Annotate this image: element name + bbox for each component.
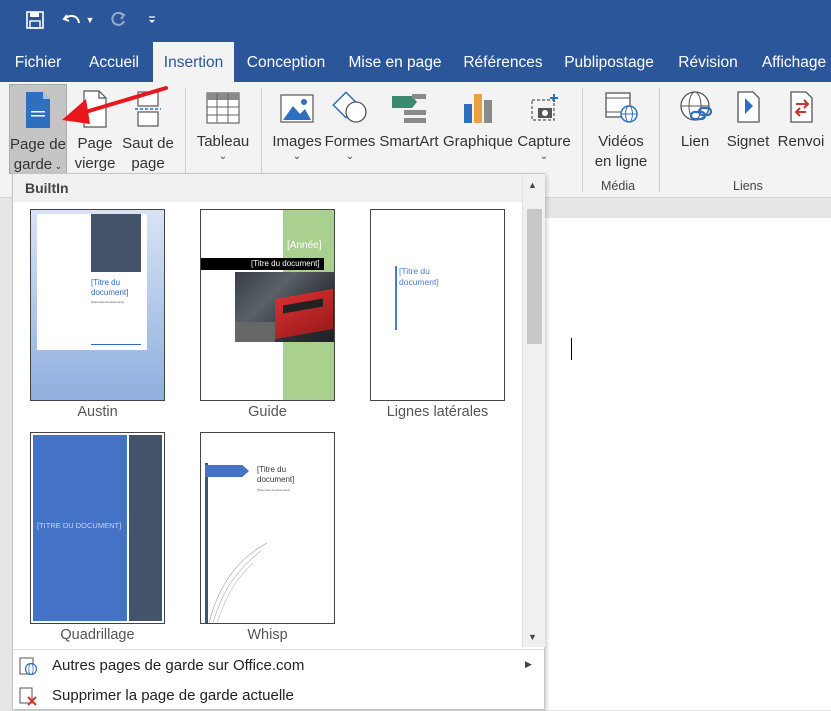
shapes-icon xyxy=(332,91,367,123)
scroll-up-icon[interactable]: ▲ xyxy=(528,180,537,190)
tab-insertion[interactable]: Insertion xyxy=(153,42,234,82)
guide-photo xyxy=(235,272,334,342)
image-icon xyxy=(280,94,314,123)
videos-en-ligne-button[interactable]: Vidéos en ligne xyxy=(589,84,653,174)
tab-mise-en-page[interactable]: Mise en page xyxy=(342,42,448,82)
images-button[interactable]: Images ⌄ xyxy=(270,84,324,174)
cross-reference-icon xyxy=(790,91,813,123)
tab-fichier[interactable]: Fichier xyxy=(4,42,72,82)
ribbon-tabs: Fichier Accueil Insertion Conception Mis… xyxy=(0,42,831,82)
whisp-curves xyxy=(209,543,268,623)
tab-accueil[interactable]: Accueil xyxy=(80,42,148,82)
tab-references[interactable]: Références xyxy=(456,42,550,82)
menu-divider xyxy=(13,649,544,650)
sideline-rule xyxy=(395,266,397,330)
delete-page-icon xyxy=(19,687,37,706)
chevron-down-icon: ⌄ xyxy=(52,161,63,171)
austin-dark-block xyxy=(91,214,141,272)
redo-icon xyxy=(111,11,126,26)
online-video-icon xyxy=(605,92,638,123)
renvoi-button[interactable]: Renvoi xyxy=(775,84,827,174)
template-name-guide: Guide xyxy=(248,404,287,420)
screenshot-icon xyxy=(531,94,558,121)
smartart-icon xyxy=(392,94,426,123)
gallery-header: BuiltIn xyxy=(13,174,522,202)
template-name-austin: Austin xyxy=(77,404,118,420)
office-online-icon xyxy=(19,657,38,676)
chart-icon xyxy=(464,94,492,123)
guide-title: [Titre du document] xyxy=(251,259,320,268)
undo-button[interactable]: ▼ xyxy=(58,6,98,34)
redo-button[interactable] xyxy=(106,6,130,34)
formes-button[interactable]: Formes ⌄ xyxy=(324,84,376,174)
signet-button[interactable]: Signet xyxy=(724,84,772,174)
grid-title: [TITRE DU DOCUMENT] xyxy=(37,521,122,530)
table-icon xyxy=(206,92,240,124)
sideline-title: [Titre du document] xyxy=(399,266,439,287)
save-icon xyxy=(26,11,44,29)
remove-cover-page-item[interactable]: Supprimer la page de garde actuelle xyxy=(13,681,544,711)
customize-qat-button[interactable] xyxy=(142,6,162,34)
chevron-down-icon: ⌄ xyxy=(292,151,302,162)
cover-page-icon xyxy=(26,92,50,128)
blank-page-icon xyxy=(83,90,107,128)
whisp-subtitle: [Sous-titre du document] xyxy=(257,488,290,492)
separator xyxy=(582,88,583,192)
page-vierge-button[interactable]: Page vierge xyxy=(72,84,118,174)
tab-revision[interactable]: Révision xyxy=(672,42,744,82)
template-lignes-laterales[interactable]: [Titre du document] xyxy=(370,209,505,401)
group-label-media: Média xyxy=(601,179,636,193)
cover-page-gallery: BuiltIn [Titre du document] [Sous-titre … xyxy=(12,173,545,710)
gallery-scrollbar[interactable]: ▲ ▼ xyxy=(522,174,545,647)
page-de-garde-button[interactable]: Page de garde ⌄ xyxy=(9,84,67,174)
lien-button[interactable]: Lien xyxy=(672,84,718,174)
document-page[interactable] xyxy=(545,218,831,710)
tableau-button[interactable]: Tableau ⌄ xyxy=(193,84,253,174)
tab-publipostage[interactable]: Publipostage xyxy=(558,42,660,82)
saut-de-page-button[interactable]: Saut de page xyxy=(120,84,176,174)
group-label-liens: Liens xyxy=(733,179,763,193)
customize-icon xyxy=(149,16,155,23)
capture-button[interactable]: Capture ⌄ xyxy=(515,84,573,174)
chevron-down-icon: ⌄ xyxy=(218,151,228,162)
scrollbar-thumb[interactable] xyxy=(527,209,542,344)
template-quadrillage[interactable]: [TITRE DU DOCUMENT] xyxy=(30,432,165,624)
chevron-down-icon: ⌄ xyxy=(345,151,355,162)
guide-photo-train xyxy=(275,288,333,340)
guide-photo-platform xyxy=(235,322,275,342)
template-name-whisp: Whisp xyxy=(247,627,288,643)
bookmark-icon xyxy=(737,91,760,123)
template-austin[interactable]: [Titre du document] [Sous-titre du docum… xyxy=(30,209,165,401)
submenu-arrow-icon: ▶ xyxy=(525,659,532,669)
guide-year: [Année] xyxy=(287,240,322,251)
title-bar: ▼ xyxy=(0,0,831,42)
whisp-bar xyxy=(205,463,208,623)
save-button[interactable] xyxy=(22,6,48,34)
whisp-title: [Titre du document] xyxy=(257,465,295,484)
undo-icon xyxy=(61,14,80,24)
tab-conception[interactable]: Conception xyxy=(240,42,332,82)
page-break-icon xyxy=(135,91,161,127)
chevron-down-icon: ⌄ xyxy=(539,151,549,162)
template-whisp[interactable]: [Titre du document] [Sous-titre du docum… xyxy=(200,432,335,624)
separator xyxy=(659,88,660,192)
template-name-quadrillage: Quadrillage xyxy=(60,627,135,643)
tab-affichage[interactable]: Affichage xyxy=(754,42,831,82)
text-cursor xyxy=(571,338,572,360)
chevron-down-icon: ▼ xyxy=(85,15,95,25)
template-guide[interactable]: [Année] [Titre du document] xyxy=(200,209,335,401)
whisp-flag xyxy=(205,465,249,477)
austin-rule xyxy=(91,344,141,345)
graphique-button[interactable]: Graphique xyxy=(442,84,514,174)
link-icon xyxy=(680,91,713,121)
template-name-lignes-laterales: Lignes latérales xyxy=(386,404,489,420)
austin-subtitle: [Sous-titre du document] xyxy=(91,300,124,304)
austin-title: [Titre du document] xyxy=(91,278,129,297)
smartart-button[interactable]: SmartArt xyxy=(377,84,441,174)
grid-dark-panel xyxy=(129,435,162,621)
scroll-down-icon[interactable]: ▼ xyxy=(528,632,537,642)
more-cover-pages-item[interactable]: Autres pages de garde sur Office.com ▶ xyxy=(13,651,544,681)
